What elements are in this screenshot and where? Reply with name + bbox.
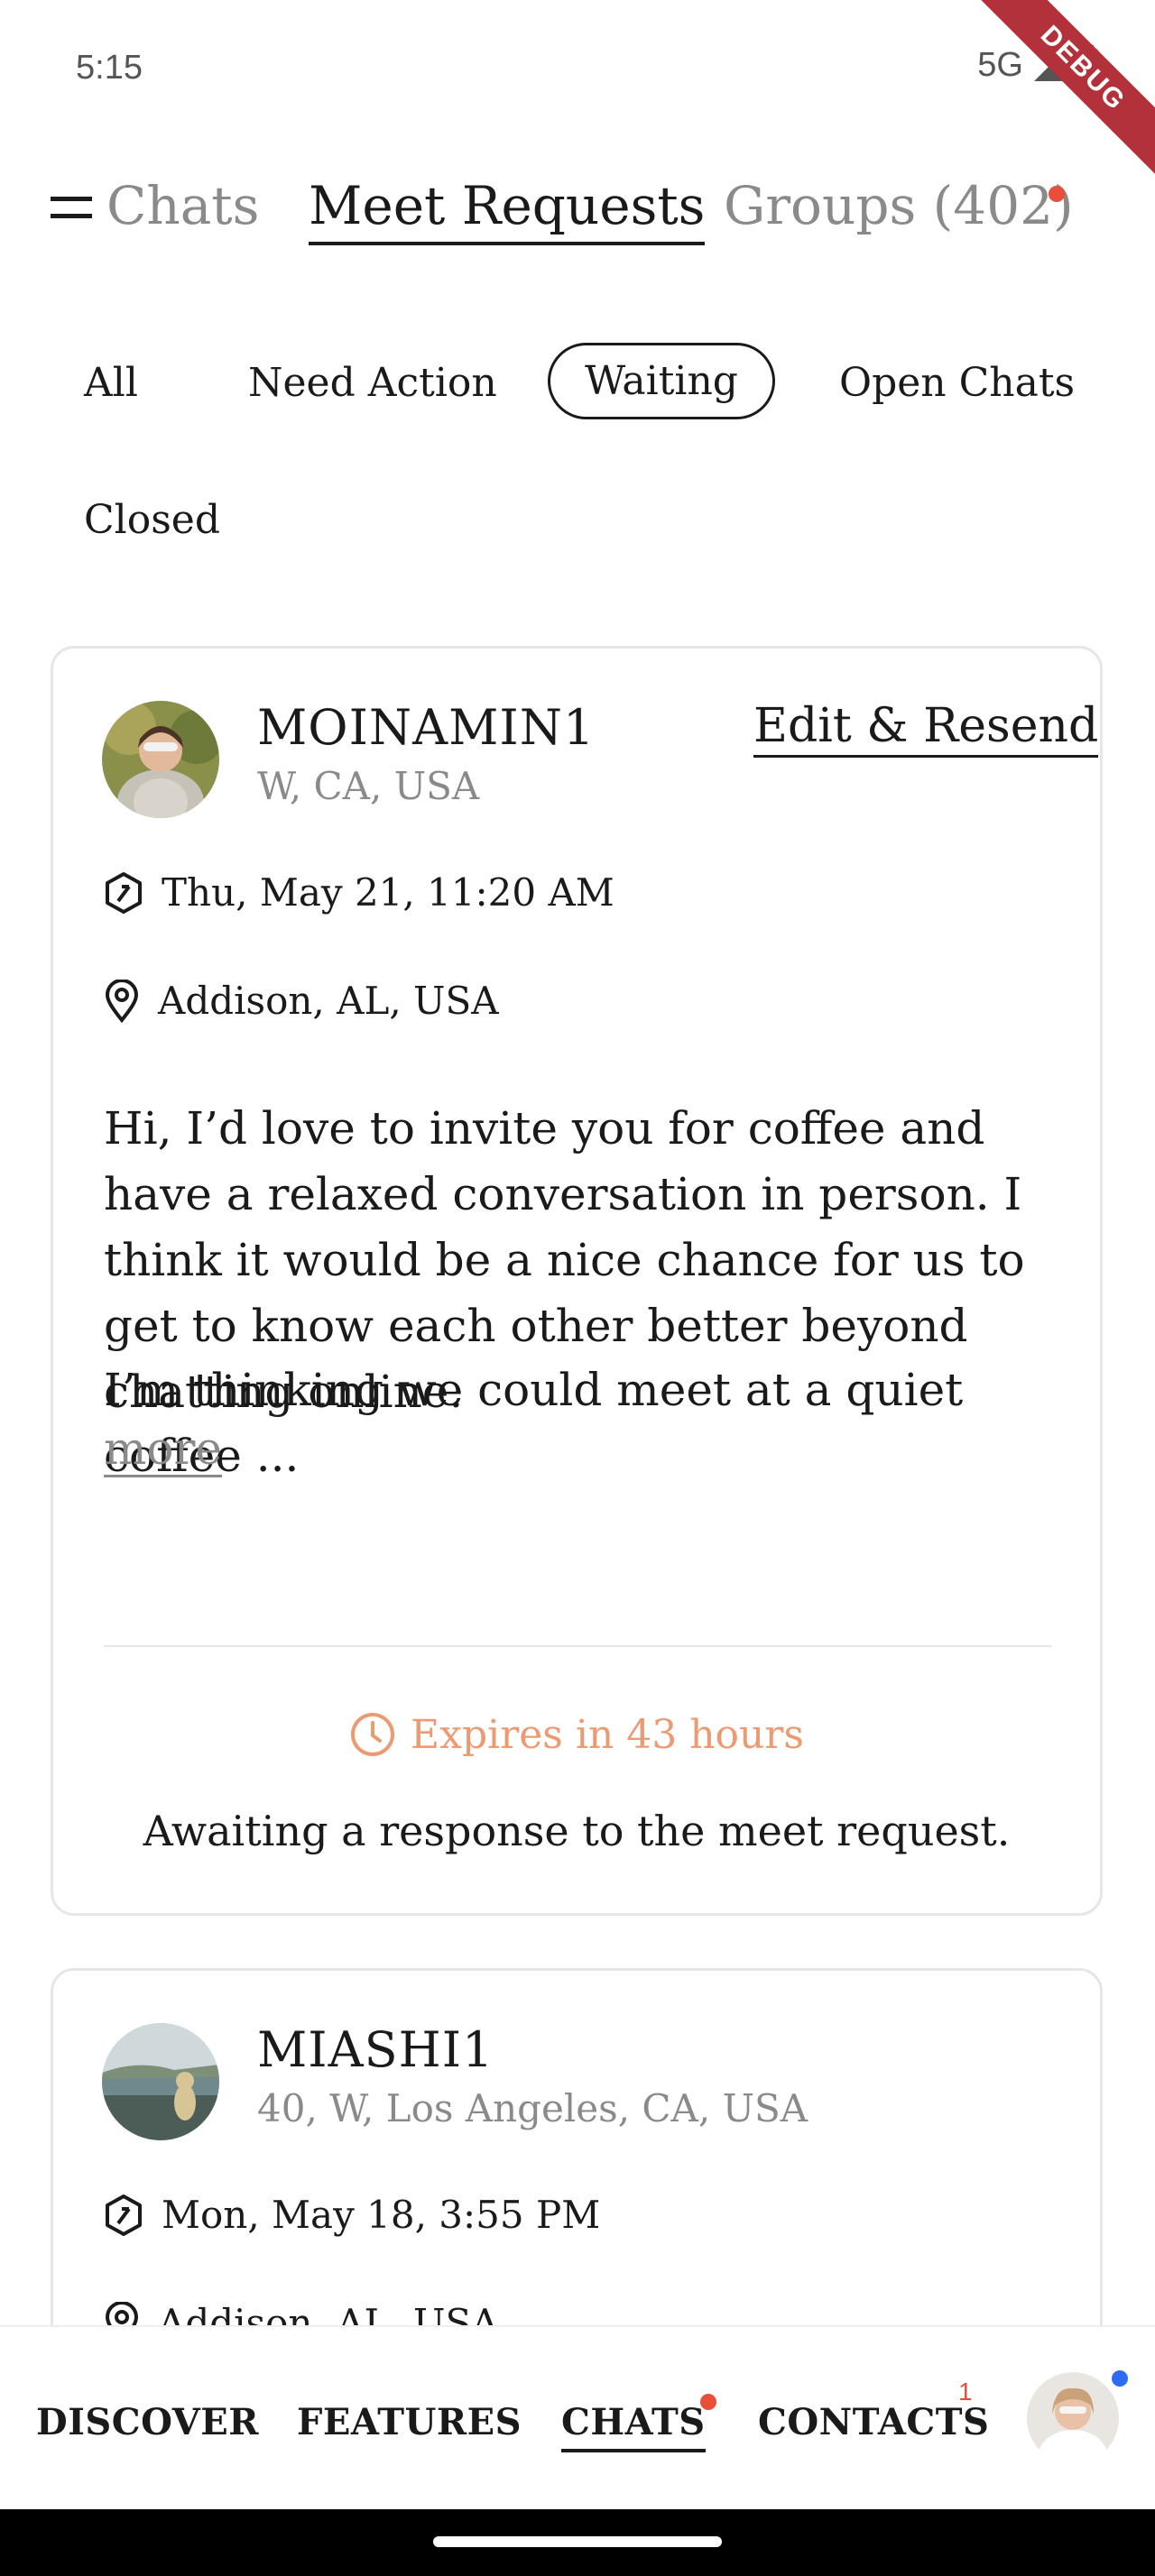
tab-chats[interactable]: Chats bbox=[106, 175, 259, 236]
filter-closed[interactable]: Closed bbox=[47, 482, 257, 558]
meet-datetime: Thu, May 21, 11:20 AM bbox=[162, 870, 614, 915]
status-bar: 5:15 5G DEBUG bbox=[0, 0, 1155, 181]
filter-open-chats[interactable]: Open Chats bbox=[802, 345, 1112, 421]
home-indicator[interactable] bbox=[433, 2536, 722, 2547]
meet-datetime: Mon, May 18, 3:55 PM bbox=[162, 2193, 601, 2237]
awaiting-status: Awaiting a response to the meet request. bbox=[143, 1807, 1011, 1855]
nav-discover[interactable]: DISCOVER bbox=[36, 2401, 259, 2443]
more-link[interactable]: more bbox=[104, 1422, 223, 1477]
username[interactable]: MIASHI1 bbox=[257, 2021, 494, 2078]
network-label: 5G bbox=[977, 45, 1023, 84]
card-divider bbox=[104, 1645, 1051, 1647]
groups-notification-dot bbox=[1049, 186, 1065, 202]
expires-text: Expires in 43 hours bbox=[411, 1711, 804, 1758]
meet-request-card[interactable]: MOINAMIN1 W, CA, USA Edit & Resend Thu, … bbox=[51, 646, 1103, 1916]
avatar[interactable] bbox=[102, 2023, 219, 2140]
message-paragraph-preview: I’m thinking we could meet at a quiet co… bbox=[104, 1364, 964, 1482]
nav-features[interactable]: FEATURES bbox=[297, 2401, 522, 2443]
calendar-hexagon-icon bbox=[106, 2194, 142, 2236]
profile-avatar[interactable] bbox=[1027, 2372, 1119, 2464]
edit-resend-link[interactable]: Edit & Resend bbox=[753, 699, 1099, 758]
status-time: 5:15 bbox=[76, 49, 143, 87]
filter-waiting[interactable]: Waiting bbox=[548, 343, 775, 419]
username[interactable]: MOINAMIN1 bbox=[257, 699, 595, 756]
avatar[interactable] bbox=[102, 701, 219, 818]
expires-row: Expires in 43 hours bbox=[53, 1711, 1100, 1758]
nav-chats[interactable]: CHATS bbox=[561, 2401, 706, 2452]
calendar-hexagon-icon bbox=[106, 871, 142, 914]
filter-need-action[interactable]: Need Action bbox=[211, 345, 534, 421]
clock-icon bbox=[351, 1713, 395, 1756]
user-subinfo: W, CA, USA bbox=[257, 764, 480, 808]
menu-icon[interactable] bbox=[51, 197, 96, 233]
filter-all[interactable]: All bbox=[47, 345, 175, 421]
system-nav-bar bbox=[0, 2509, 1155, 2576]
user-subinfo: 40, W, Los Angeles, CA, USA bbox=[257, 2086, 808, 2130]
profile-notification-dot bbox=[1112, 2370, 1128, 2387]
tab-groups[interactable]: Groups (402) bbox=[724, 175, 1074, 236]
location-pin-icon bbox=[105, 979, 139, 1023]
chats-notification-dot bbox=[700, 2394, 716, 2410]
tab-meet-requests[interactable]: Meet Requests bbox=[309, 175, 706, 245]
meet-location: Addison, AL, USA bbox=[158, 979, 499, 1023]
meet-location-row: Addison, AL, USA bbox=[104, 979, 499, 1023]
nav-contacts[interactable]: CONTACTS bbox=[758, 2401, 989, 2443]
contacts-badge: 1 bbox=[958, 2378, 973, 2406]
meet-datetime-row: Mon, May 18, 3:55 PM bbox=[104, 2193, 600, 2237]
debug-banner: DEBUG bbox=[970, 0, 1155, 181]
bottom-nav: DISCOVER FEATURES CHATS CONTACTS 1 bbox=[0, 2325, 1155, 2511]
meet-datetime-row: Thu, May 21, 11:20 AM bbox=[104, 870, 614, 915]
top-tab-bar: Chats Meet Requests Groups (402) bbox=[0, 162, 1155, 262]
